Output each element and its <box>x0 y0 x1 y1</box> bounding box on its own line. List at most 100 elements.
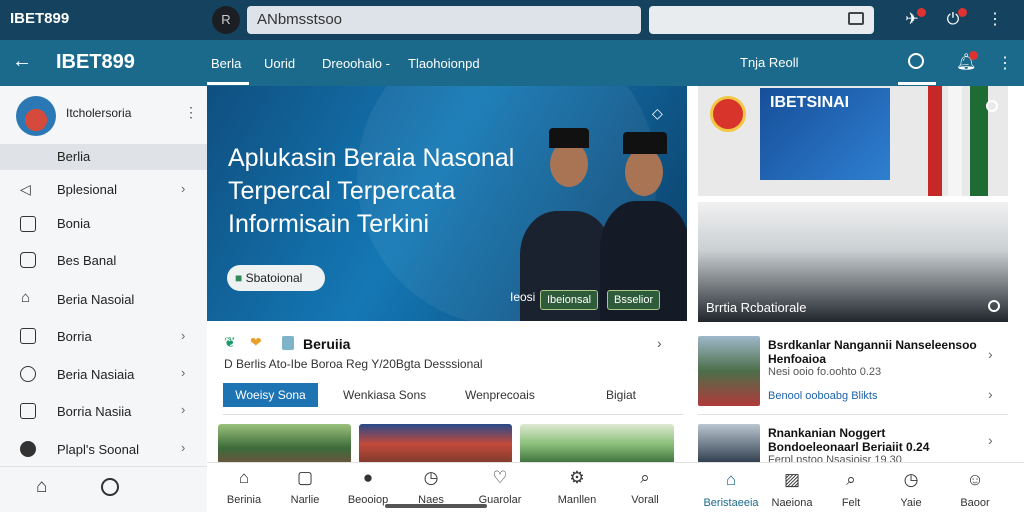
image-icon[interactable]: ▨ <box>777 470 807 490</box>
chevron-right-icon[interactable]: › <box>988 346 993 362</box>
sidebar-item-plapls-soonal[interactable]: Plapl's Soonal <box>57 442 139 457</box>
sidebar-item-bonia[interactable]: Bonia <box>57 216 90 231</box>
profile-avatar[interactable] <box>16 96 56 136</box>
bottom-nav-label[interactable]: Yaie <box>876 497 946 509</box>
clock-icon[interactable]: ◷ <box>896 470 926 490</box>
news-thumbnail[interactable] <box>698 336 760 406</box>
chevron-right-icon[interactable]: › <box>657 335 662 351</box>
hero-pill-label: Sbatoional <box>245 271 303 285</box>
address-bar[interactable]: ANbmsstsoo <box>247 6 641 34</box>
clock-icon[interactable]: ◷ <box>416 468 446 488</box>
chevron-right-icon[interactable]: › <box>988 386 993 402</box>
doc-icon <box>20 403 36 419</box>
search-icon[interactable]: ⌕ <box>836 470 866 490</box>
sidebar-item-active-bg <box>0 144 207 170</box>
hero-title-line: Aplukasin Beraia Nasonal <box>228 144 515 172</box>
more-vert-icon[interactable]: ⋮ <box>184 104 198 121</box>
sidebar-item-berita[interactable]: Berlia <box>57 149 90 164</box>
sidebar-item-profesional[interactable]: Bplesional <box>57 182 117 197</box>
hero-caption: Ieosi <box>510 290 536 304</box>
notification-dot <box>958 8 967 17</box>
chip[interactable]: Wenkiasa Sons <box>343 388 426 402</box>
bookmark-icon <box>282 336 294 350</box>
user-icon[interactable]: ☺ <box>960 470 990 490</box>
home-icon[interactable]: ⌂ <box>716 470 746 490</box>
home-icon[interactable]: ⌂ <box>229 468 259 488</box>
leaf-icon: ❦ <box>224 334 236 350</box>
profile-name: Itcholersoria <box>66 106 132 120</box>
avatar[interactable]: R <box>212 6 240 34</box>
chevron-right-icon: › <box>181 402 186 417</box>
bottom-nav-label[interactable]: Vorall <box>610 494 680 506</box>
bell-icon[interactable]: 🔔︎ <box>956 51 978 72</box>
nav-bar <box>0 40 1024 86</box>
chip[interactable]: Bigiat <box>606 388 636 402</box>
back-arrow-icon[interactable]: ← <box>12 50 32 73</box>
hero-tag-button[interactable]: Ibeionsal <box>540 290 599 310</box>
search-icon[interactable]: ⌕ <box>630 468 660 488</box>
thumbnail-image[interactable] <box>218 424 351 464</box>
thumbnail-image[interactable] <box>359 424 512 464</box>
hero-tag-button[interactable]: Bsselior <box>607 290 661 310</box>
news-meta: Benool ooboabg Blikts <box>768 390 878 402</box>
news-thumbnail[interactable] <box>698 424 760 464</box>
tab-regional[interactable]: Dreoohalo - <box>322 56 390 71</box>
sidebar-item-beria-nasiaia[interactable]: Beria Nasiaia <box>57 367 134 382</box>
home-icon[interactable]: ⌂ <box>36 476 47 498</box>
thumbnail-image[interactable] <box>520 424 674 464</box>
brand-small: IBET899 <box>10 10 70 27</box>
bottom-nav-label[interactable]: Manllen <box>542 494 612 506</box>
search-input[interactable] <box>649 6 874 34</box>
card-subtitle: D Berlis Ato-Ibe Boroa Reg Y/20Bgta Dess… <box>224 357 483 371</box>
chip-active[interactable]: Woeisy Sona <box>223 383 318 407</box>
news-title[interactable]: Bsrdkanlar Nangannii Nanseleensoo Henfoa… <box>768 338 978 366</box>
tab-world[interactable]: Uorid <box>264 56 295 71</box>
news-meta: Nesi ooio fo.oohto 0.23 <box>768 366 882 378</box>
timer-icon[interactable]: ⏻ <box>941 8 967 32</box>
card-title: Beruiia <box>303 336 351 352</box>
info-icon <box>20 441 36 457</box>
sidebar-item-borria-nasiia[interactable]: Borria Nasiia <box>57 404 131 419</box>
hero-pill-button[interactable]: ■ Sbatoional <box>227 265 325 291</box>
more-vert-icon[interactable]: ⋮ <box>997 53 1013 73</box>
circle-icon[interactable] <box>988 300 1000 312</box>
chat-circle-icon <box>20 366 36 382</box>
image-icon <box>20 328 36 344</box>
tab-trending[interactable]: Tnja Reoll <box>740 55 799 70</box>
bottom-nav-label[interactable]: Beristaeeia <box>696 497 766 509</box>
sidebar-item-beria-nasoial[interactable]: Beria Nasoial <box>57 292 134 307</box>
heart-icon: ❤ <box>250 334 262 350</box>
sidebar-item-borria[interactable]: Borria <box>57 329 92 344</box>
chat-icon <box>20 252 36 268</box>
bottom-nav-label[interactable]: Narlie <box>270 494 340 506</box>
pin-icon[interactable]: ✈ <box>900 8 926 32</box>
more-vert-icon[interactable]: ⋮ <box>983 8 1007 32</box>
diamond-icon[interactable]: ◇ <box>652 105 663 122</box>
bottom-nav-label[interactable]: Baoor <box>940 497 1010 509</box>
bottom-nav-label[interactable]: Berinia <box>209 494 279 506</box>
home-indicator <box>385 504 487 508</box>
chip-divider <box>223 414 683 415</box>
search-tab-indicator <box>898 82 936 85</box>
search-icon[interactable] <box>908 53 924 69</box>
person-head <box>625 148 663 196</box>
news-title[interactable]: Rnankanian Noggert Bondoeleonaarl Beriai… <box>768 426 978 454</box>
chevron-right-icon[interactable]: › <box>988 432 993 448</box>
record-icon[interactable]: ● <box>353 468 383 488</box>
photo-caption: Brrtia Rcbatiorale <box>706 300 807 315</box>
circle-icon[interactable] <box>101 478 119 496</box>
peci-cap <box>623 132 667 154</box>
notification-dot <box>969 51 978 60</box>
chat-icon[interactable]: ▢ <box>290 468 320 488</box>
circle-icon[interactable] <box>986 100 998 112</box>
leaf-icon: ■ <box>235 271 246 285</box>
tab-berita[interactable]: Berla <box>211 56 241 71</box>
grid-icon <box>20 216 36 232</box>
tab-technology[interactable]: Tlaohoionpd <box>408 56 480 71</box>
gear-icon[interactable]: ⚙ <box>562 468 592 488</box>
sidebar-item-bes-banal[interactable]: Bes Banal <box>57 253 116 268</box>
heart-icon[interactable]: ♡ <box>485 468 515 488</box>
tent-icon: ⌂ <box>21 289 31 306</box>
chevron-right-icon: › <box>181 365 186 380</box>
chip[interactable]: Wenprecoais <box>465 388 535 402</box>
